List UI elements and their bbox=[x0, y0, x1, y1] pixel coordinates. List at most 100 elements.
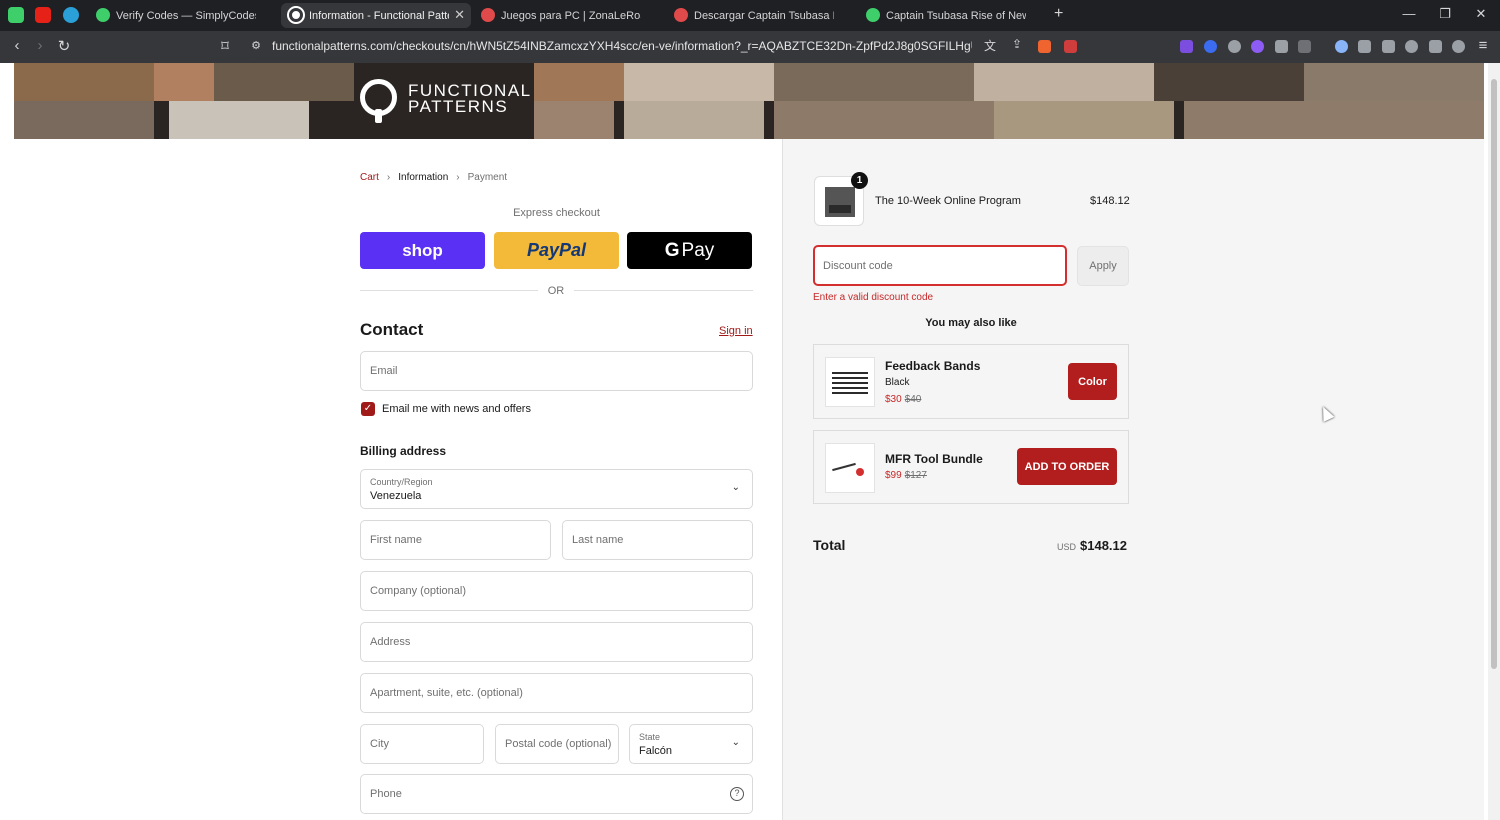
country-select[interactable]: Country/Region Venezuela ⌄ bbox=[360, 469, 753, 509]
address-field[interactable]: Address bbox=[360, 622, 753, 662]
chevron-down-icon: ⌄ bbox=[731, 482, 740, 493]
minimize-button[interactable]: — bbox=[1399, 6, 1419, 21]
upsell-sale-price: $99 bbox=[885, 470, 902, 481]
divider bbox=[574, 290, 753, 291]
quantity-badge: 1 bbox=[851, 172, 868, 189]
postal-code-placeholder: Postal code (optional) bbox=[505, 738, 612, 750]
tab-label: Information - Functional Patterns bbox=[309, 9, 449, 22]
extension-blue-icon[interactable] bbox=[1204, 40, 1217, 53]
browser-tab[interactable]: Descargar Captain Tsubasa Rise of New Ch… bbox=[666, 3, 856, 28]
tab-favicon-icon bbox=[287, 6, 305, 24]
state-label: State bbox=[639, 732, 661, 742]
last-name-field[interactable]: Last name bbox=[562, 520, 753, 560]
add-to-order-button[interactable]: ADD TO ORDER bbox=[1017, 448, 1117, 485]
email-placeholder: Email bbox=[370, 365, 398, 377]
menu-icon[interactable]: ≡ bbox=[1474, 37, 1492, 54]
billing-address-heading: Billing address bbox=[360, 444, 447, 458]
forward-icon[interactable]: › bbox=[31, 37, 49, 54]
site-settings-icon[interactable]: ⚙ bbox=[247, 39, 265, 52]
pinned-tab-icon[interactable] bbox=[8, 7, 24, 23]
browser-tab[interactable]: Verify Codes — SimplyCodes bbox=[88, 3, 278, 28]
color-button[interactable]: Color bbox=[1068, 363, 1117, 400]
browser-tab[interactable]: Juegos para PC | ZonaLeRoS bbox=[473, 3, 663, 28]
reload-icon[interactable]: ↻ bbox=[55, 37, 73, 55]
extension-purple-icon[interactable] bbox=[1251, 40, 1264, 53]
email-field[interactable]: Email bbox=[360, 351, 753, 391]
discount-error-message: Enter a valid discount code bbox=[813, 292, 934, 303]
upsell-original-price: $40 bbox=[904, 394, 922, 405]
leo-ai-icon[interactable] bbox=[1405, 40, 1418, 53]
close-window-button[interactable]: ✕ bbox=[1471, 6, 1491, 22]
discount-code-input[interactable]: Discount code bbox=[813, 245, 1067, 286]
apartment-field[interactable]: Apartment, suite, etc. (optional) bbox=[360, 673, 753, 713]
tab-label: Juegos para PC | ZonaLeRoS bbox=[501, 9, 641, 22]
download-icon[interactable] bbox=[1335, 40, 1348, 53]
new-tab-button[interactable]: + bbox=[1054, 5, 1063, 23]
apartment-placeholder: Apartment, suite, etc. (optional) bbox=[370, 687, 523, 699]
country-value: Venezuela bbox=[370, 490, 422, 502]
google-pay-button[interactable]: G Pay bbox=[627, 232, 752, 269]
total-label: Total bbox=[813, 537, 846, 553]
tab-label: Descargar Captain Tsubasa Rise of New Ch… bbox=[694, 9, 834, 22]
browser-tab-active[interactable]: Information - Functional Patterns ✕ bbox=[281, 3, 471, 28]
phone-field[interactable]: Phone ? bbox=[360, 774, 753, 814]
share-icon[interactable]: ⇪ bbox=[1008, 37, 1026, 51]
translate-icon[interactable]: 文 bbox=[981, 37, 999, 54]
apply-discount-button[interactable]: Apply bbox=[1077, 246, 1129, 286]
first-name-field[interactable]: First name bbox=[360, 520, 551, 560]
city-field[interactable]: City bbox=[360, 724, 484, 764]
postal-code-field[interactable]: Postal code (optional) bbox=[495, 724, 619, 764]
tab-label: Captain Tsubasa Rise of New Champions bbox=[886, 9, 1026, 22]
google-g-icon: G bbox=[664, 239, 680, 261]
telegram-pinned-icon[interactable] bbox=[63, 7, 79, 23]
youtube-pinned-icon[interactable] bbox=[35, 7, 51, 23]
company-placeholder: Company (optional) bbox=[370, 585, 466, 597]
screenshot-icon[interactable] bbox=[1298, 40, 1311, 53]
tab-favicon-icon bbox=[866, 8, 880, 22]
total-value: $148.12 bbox=[1080, 538, 1127, 553]
paypal-button[interactable]: PayPal bbox=[494, 232, 619, 269]
address-placeholder: Address bbox=[370, 636, 411, 648]
contact-heading: Contact bbox=[360, 320, 424, 339]
tab-close-icon[interactable]: ✕ bbox=[454, 7, 465, 23]
phone-placeholder: Phone bbox=[370, 788, 402, 800]
company-field[interactable]: Company (optional) bbox=[360, 571, 753, 611]
restore-button[interactable]: ❐ bbox=[1435, 6, 1455, 22]
back-icon[interactable]: ‹ bbox=[8, 37, 26, 54]
extension-cloud-icon[interactable] bbox=[1228, 40, 1241, 53]
extensions-puzzle-icon[interactable] bbox=[1275, 40, 1288, 53]
tab-favicon-icon bbox=[96, 8, 110, 22]
product-price: $148.12 bbox=[1090, 195, 1130, 207]
upsell-title: Feedback Bands bbox=[885, 359, 981, 373]
bookmark-icon[interactable]: ⌑ bbox=[216, 37, 234, 55]
upsell-sale-price: $30 bbox=[885, 394, 902, 405]
extension-a-icon[interactable] bbox=[1180, 40, 1193, 53]
logo-line2: PATTERNS bbox=[408, 97, 509, 116]
vpn-icon[interactable] bbox=[1429, 40, 1442, 53]
profile-icon[interactable] bbox=[1452, 40, 1465, 53]
last-name-placeholder: Last name bbox=[572, 534, 624, 546]
newsletter-checkbox[interactable]: ✓ bbox=[361, 402, 375, 416]
wallet-icon[interactable] bbox=[1382, 40, 1395, 53]
scroll-thumb[interactable] bbox=[1491, 79, 1497, 669]
page-scrollbar[interactable] bbox=[1488, 63, 1500, 820]
city-placeholder: City bbox=[370, 738, 389, 750]
tab-favicon-icon bbox=[481, 8, 495, 22]
help-icon[interactable]: ? bbox=[730, 787, 744, 801]
sign-in-link[interactable]: Sign in bbox=[719, 325, 753, 337]
sidebar-icon[interactable] bbox=[1358, 40, 1371, 53]
upsell-price: $99 $127 bbox=[885, 470, 927, 481]
first-name-placeholder: First name bbox=[370, 534, 422, 546]
state-select[interactable]: State Falcón ⌄ bbox=[629, 724, 753, 764]
browser-tab[interactable]: Captain Tsubasa Rise of New Champions bbox=[858, 3, 1048, 28]
brave-shield-icon[interactable] bbox=[1038, 40, 1051, 53]
shop-pay-button[interactable]: shop bbox=[360, 232, 485, 269]
tab-favicon-icon bbox=[674, 8, 688, 22]
breadcrumb-cart[interactable]: Cart bbox=[360, 172, 379, 183]
state-value: Falcón bbox=[639, 745, 673, 757]
chevron-right-icon: › bbox=[386, 172, 391, 183]
brave-rewards-icon[interactable] bbox=[1064, 40, 1077, 53]
upsell-card-feedback-bands: Feedback Bands Black $30 $40 Color bbox=[813, 344, 1129, 419]
upsell-card-mfr-tool-bundle: MFR Tool Bundle $99 $127 ADD TO ORDER bbox=[813, 430, 1129, 504]
url-text[interactable]: functionalpatterns.com/checkouts/cn/hWN5… bbox=[272, 39, 972, 53]
